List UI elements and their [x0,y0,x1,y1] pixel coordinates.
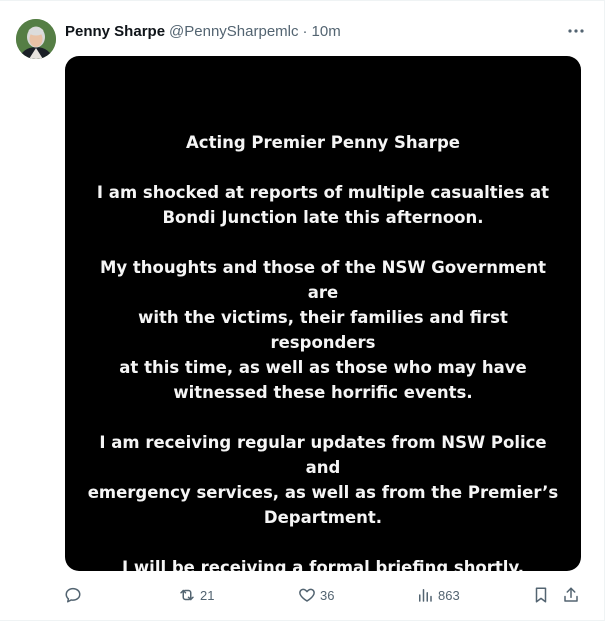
statement-text: Acting Premier Penny Sharpe I am shocked… [85,130,561,571]
bookmark-button[interactable] [532,583,550,607]
tweet-actions: 21 36 863 [60,583,586,607]
reply-icon [64,586,82,604]
statement-paragraph: I will be receiving a formal briefing sh… [122,558,524,571]
heart-icon [298,586,316,604]
like-count: 36 [320,587,335,603]
timestamp[interactable]: 10m [312,23,341,40]
avatar[interactable] [16,19,56,59]
user-handle[interactable]: @PennySharpemlc [169,23,298,40]
share-icon [562,586,580,604]
views-icon [416,586,434,604]
views-button[interactable]: 863 [416,583,460,607]
more-options-icon[interactable] [566,21,586,41]
statement-paragraph: My thoughts and those of the NSW Governm… [100,258,546,402]
tweet-header: Penny Sharpe @PennySharpemlc · 10m [65,21,544,41]
reply-button[interactable] [64,583,82,607]
bookmark-icon [532,586,550,604]
like-button[interactable]: 36 [298,583,334,607]
tweet[interactable]: Penny Sharpe @PennySharpemlc · 10m Actin… [0,0,605,621]
statement-image[interactable]: Acting Premier Penny Sharpe I am shocked… [65,56,581,571]
retweet-icon [178,586,196,604]
statement-paragraph: I am receiving regular updates from NSW … [87,433,559,527]
statement-paragraph: I am shocked at reports of multiple casu… [96,183,550,227]
share-button[interactable] [562,583,580,607]
retweet-count: 21 [200,587,215,603]
statement-title: Acting Premier Penny Sharpe [186,133,460,152]
separator-dot: · [302,22,308,40]
view-count: 863 [438,587,460,603]
retweet-button[interactable]: 21 [178,583,214,607]
display-name[interactable]: Penny Sharpe [65,23,165,40]
